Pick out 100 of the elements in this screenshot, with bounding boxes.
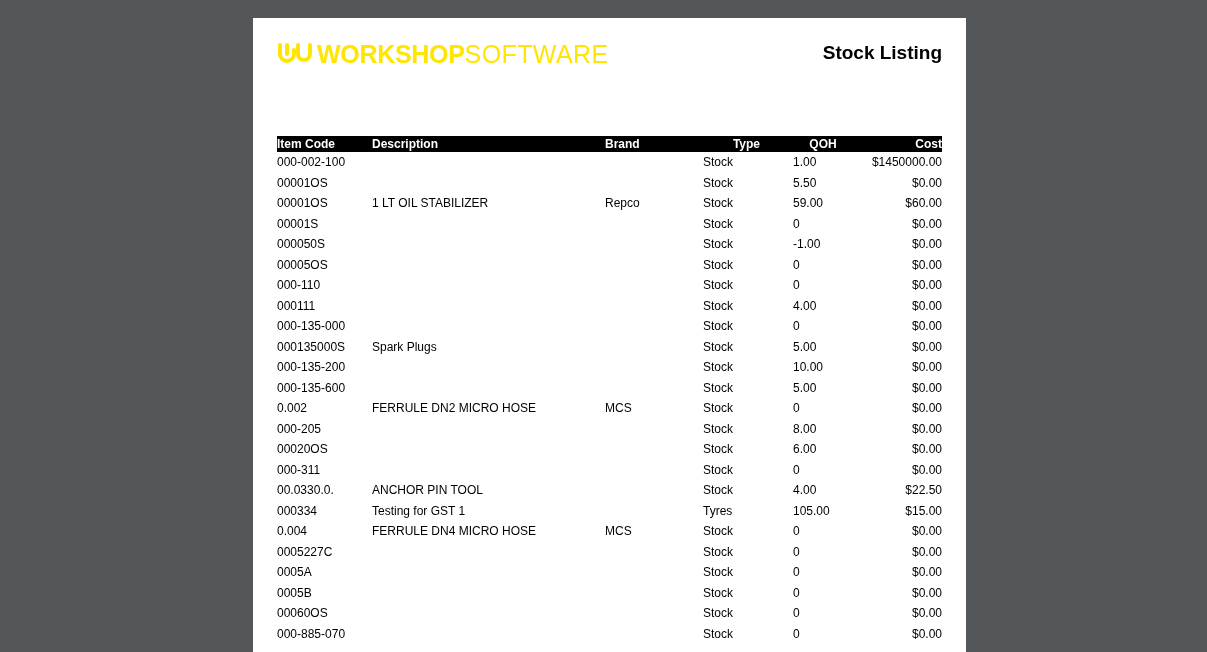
description-cell-text: Testing for GST 1 (372, 502, 467, 520)
item-code-cell-text: 0005B (277, 584, 313, 602)
qoh-cell-text: 0 (793, 584, 801, 602)
type-cell-text: Stock (703, 379, 734, 397)
type-cell-text: Stock (703, 523, 734, 540)
column-header: Item Code (277, 136, 336, 152)
cost-cell-text: $0.00 (910, 605, 942, 622)
cost-cell-text: $0.00 (910, 297, 942, 315)
qoh-cell-text: 10.00 (793, 359, 825, 376)
cost-cell-text: $0.00 (910, 318, 942, 335)
type-cell-text: Stock (703, 400, 734, 417)
type-cell-text: Stock (703, 625, 734, 643)
type-cell-text: Stock (703, 215, 734, 233)
qoh-cell-text: 5.00 (793, 379, 818, 397)
cost-cell-text: $0.00 (910, 256, 942, 274)
qoh-cell-text: 0 (793, 215, 801, 233)
cost-cell-text: $0.00 (910, 461, 942, 479)
item-code-cell-text: 000-885-070 (277, 625, 347, 643)
item-code-cell-text: 000135000S (277, 338, 347, 356)
type-cell-text: Stock (703, 564, 734, 581)
qoh-cell-text: 4.00 (793, 482, 818, 499)
item-code-cell-text: 0.004 (277, 523, 309, 540)
item-code-cell-text: 000-205 (277, 420, 323, 438)
qoh-cell-text: 59.00 (793, 195, 825, 212)
column-header: QOH (808, 136, 838, 152)
item-code-cell-text: 00001OS (277, 174, 329, 192)
item-code-cell-text: 0005227C (277, 543, 334, 561)
cost-cell-text: $60.00 (904, 195, 942, 212)
description-cell-text: FERRULE DN2 MICRO HOSE (372, 400, 538, 417)
qoh-cell-text: 4.00 (793, 297, 818, 315)
qoh-cell-text: 0 (793, 523, 801, 540)
item-code-cell-text: 000-110 (277, 277, 322, 294)
type-cell-text: Stock (703, 318, 734, 335)
qoh-cell-text: 0 (793, 625, 801, 643)
qoh-cell-text: 1.00 (793, 154, 818, 171)
item-code-cell-text: 00001S (277, 215, 320, 233)
type-cell-text: Stock (703, 195, 734, 212)
item-code-cell-text: 000050S (277, 236, 327, 253)
item-code-cell-text: 000-002-100 (277, 154, 347, 171)
cost-cell-text: $0.00 (910, 400, 942, 417)
cost-cell-text: $0.00 (910, 543, 942, 561)
qoh-cell-text: 0 (793, 543, 801, 561)
type-cell-text: Stock (703, 236, 734, 253)
type-cell-text: Stock (703, 297, 734, 315)
type-cell-text: Stock (703, 420, 734, 438)
brand-cell-text: Repco (605, 195, 641, 212)
type-cell-text: Stock (703, 174, 734, 192)
cost-cell-text: $0.00 (910, 523, 942, 540)
cost-cell-text: $0.00 (910, 584, 942, 602)
cost-cell-text: $0.00 (910, 338, 942, 356)
qoh-cell-text: 0 (793, 400, 801, 417)
cost-cell-text: $0.00 (910, 625, 942, 643)
type-cell-text: Stock (703, 461, 734, 479)
item-code-cell-text: 00.0330.0. (277, 482, 335, 499)
description-cell-text: FERRULE DN4 MICRO HOSE (372, 523, 538, 540)
qoh-cell-text: -1.00 (793, 236, 822, 253)
item-code-cell-text: 0005A (277, 564, 313, 581)
type-cell-text: Stock (703, 543, 734, 561)
qoh-cell-text: 0 (793, 564, 801, 581)
item-code-cell-text: 000-135-000 (277, 318, 347, 335)
item-code-cell-text: 000334 (277, 502, 319, 520)
report-title: Stock Listing (822, 41, 942, 65)
logo-wordmark: WORKSHOPSOFTWARE (317, 40, 609, 68)
qoh-cell-text: 6.00 (793, 441, 818, 458)
cost-cell-text: $22.50 (904, 482, 942, 499)
item-code-cell-text: 00005OS (277, 256, 329, 274)
qoh-cell-text: 0 (793, 277, 801, 294)
item-code-cell-text: 000-135-600 (277, 379, 347, 397)
description-cell-text: ANCHOR PIN TOOL (372, 482, 484, 499)
type-cell-text: Stock (703, 584, 734, 602)
cost-cell-text: $0.00 (910, 215, 942, 233)
column-header: Cost (914, 136, 942, 152)
qoh-cell-text: 5.50 (793, 174, 818, 192)
cost-cell-text: $15.00 (904, 502, 942, 520)
cost-cell-text: $1450000.00 (870, 154, 942, 171)
type-cell-text: Tyres (703, 502, 734, 520)
item-code-cell-text: 000111 (277, 297, 317, 315)
type-cell-text: Stock (703, 256, 734, 274)
column-header: Description (372, 136, 439, 152)
description-cell-text: Spark Plugs (372, 338, 438, 356)
type-cell-text: Stock (703, 482, 734, 499)
cost-cell-text: $0.00 (910, 359, 942, 376)
qoh-cell-text: 8.00 (793, 420, 818, 438)
cost-cell-text: $0.00 (910, 441, 942, 458)
qoh-cell-text: 0 (793, 605, 801, 622)
item-code-cell-text: 0.002 (277, 400, 309, 417)
qoh-cell-text: 0 (793, 318, 801, 335)
item-code-cell-text: 00020OS (277, 441, 329, 458)
brand-cell-text: MCS (605, 400, 633, 417)
qoh-cell-text: 105.00 (793, 502, 831, 520)
type-cell-text: Stock (703, 605, 734, 622)
logo-icon (277, 42, 313, 66)
item-code-cell-text: 00001OS (277, 195, 329, 212)
qoh-cell-text: 0 (793, 461, 801, 479)
brand-cell-text: MCS (605, 523, 633, 540)
cost-cell-text: $0.00 (910, 379, 942, 397)
type-cell-text: Stock (703, 277, 734, 294)
type-cell-text: Stock (703, 359, 734, 376)
qoh-cell-text: 5.00 (793, 338, 818, 356)
item-code-cell-text: 000-311 (277, 461, 322, 479)
